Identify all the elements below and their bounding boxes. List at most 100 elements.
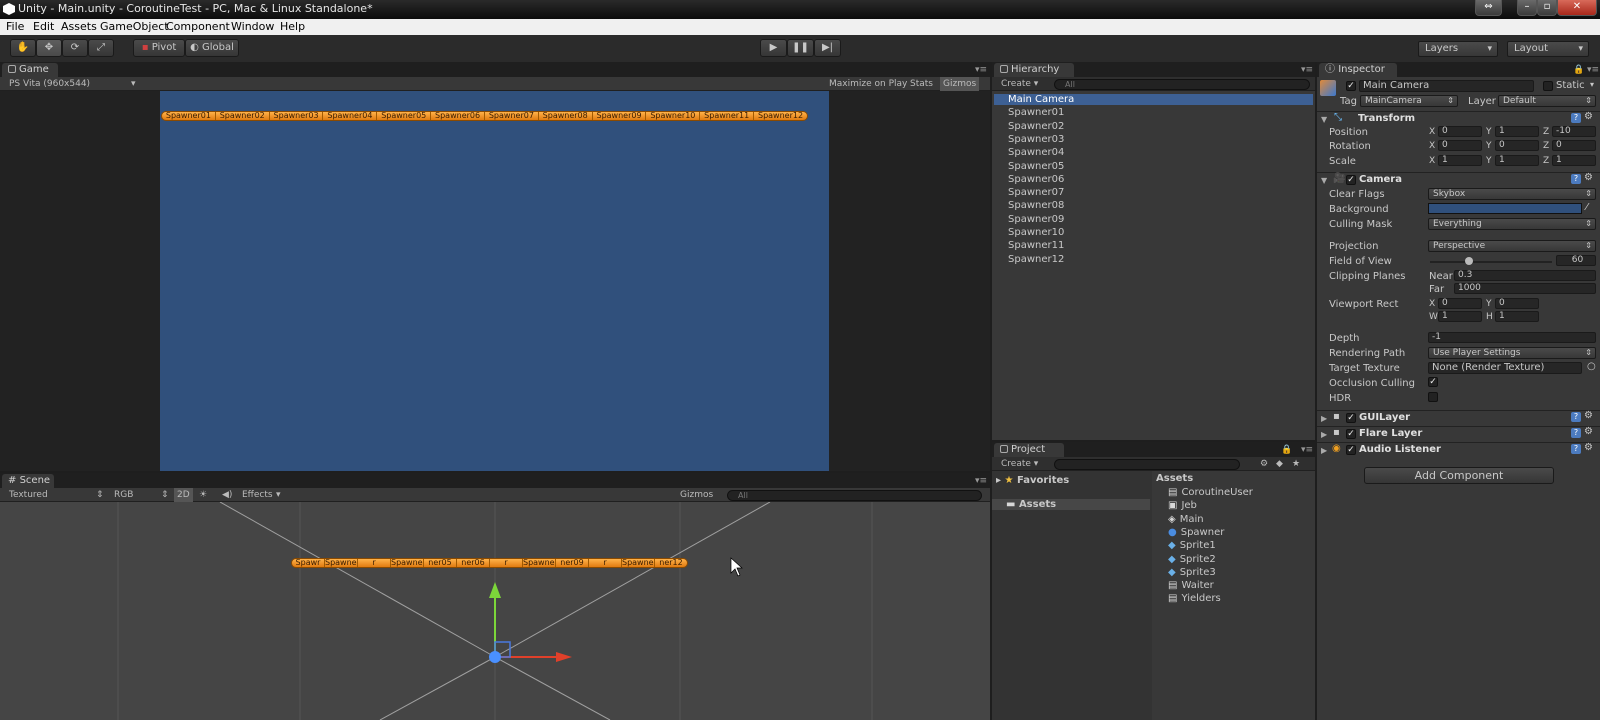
camera-enabled-checkbox[interactable]: ✓: [1346, 175, 1356, 185]
hierarchy-item[interactable]: Spawner10: [992, 227, 1064, 238]
scene-spawner-button[interactable]: r: [589, 559, 622, 567]
close-button[interactable]: ✕: [1557, 0, 1597, 16]
panel-menu-icon[interactable]: ▾≡: [1301, 65, 1313, 75]
game-spawner-button[interactable]: Spawner07: [485, 112, 539, 120]
game-spawner-button[interactable]: Spawner10: [646, 112, 701, 120]
game-spawner-button[interactable]: Spawner08: [539, 112, 593, 120]
projection-dropdown[interactable]: Perspective: [1428, 240, 1596, 252]
target-texture-field[interactable]: None (Render Texture): [1428, 362, 1582, 374]
add-component-button[interactable]: Add Component: [1364, 467, 1554, 484]
position-z-input[interactable]: -10: [1552, 126, 1596, 137]
hierarchy-item[interactable]: Spawner08: [992, 200, 1064, 211]
hierarchy-item[interactable]: Spawner12: [992, 254, 1064, 265]
lighting-icon[interactable]: ☀: [199, 488, 207, 502]
fold-arrow-icon[interactable]: ▶: [1321, 446, 1327, 455]
menu-edit[interactable]: Edit: [33, 19, 54, 35]
scene-spawner-button[interactable]: ner05: [424, 559, 457, 567]
project-asset-item[interactable]: ◆ Sprite1: [1168, 540, 1216, 551]
menu-gameobject[interactable]: GameObject: [100, 19, 169, 35]
hierarchy-item[interactable]: Spawner06: [992, 174, 1064, 185]
gear-icon[interactable]: ⚙: [1584, 410, 1593, 421]
hierarchy-create-button[interactable]: Create ▾: [1001, 77, 1038, 91]
rotation-y-input[interactable]: 0: [1495, 140, 1539, 151]
tab-hierarchy[interactable]: Hierarchy: [994, 63, 1074, 77]
scene-spawner-button[interactable]: ner12: [655, 559, 687, 567]
lock-icon[interactable]: 🔒: [1281, 445, 1292, 455]
project-asset-item[interactable]: ◈ Main: [1168, 514, 1204, 525]
project-asset-item[interactable]: ● Spawner: [1168, 527, 1224, 538]
hierarchy-item[interactable]: Spawner05: [992, 161, 1064, 172]
lock-icon[interactable]: 🔒: [1573, 65, 1584, 75]
favorites-folder[interactable]: ▸ ★ Favorites: [996, 475, 1069, 486]
effects-dropdown[interactable]: Effects: [242, 488, 273, 502]
scene-search-input[interactable]: All: [727, 490, 982, 501]
rotate-tool-icon[interactable]: ⟳: [62, 39, 88, 57]
scale-tool-icon[interactable]: ⤢: [88, 39, 114, 57]
scale-y-input[interactable]: 1: [1495, 155, 1539, 166]
scene-spawner-button[interactable]: r: [490, 559, 523, 567]
2d-mode-toggle[interactable]: 2D: [174, 488, 193, 502]
project-search-input[interactable]: [1054, 459, 1240, 470]
filter-label-icon[interactable]: ◆: [1276, 457, 1283, 471]
game-spawner-button[interactable]: Spawner05: [377, 112, 432, 120]
hierarchy-item[interactable]: Spawner03: [992, 134, 1064, 145]
game-spawner-button[interactable]: Spawner09: [593, 112, 647, 120]
rendering-path-dropdown[interactable]: Use Player Settings: [1428, 347, 1596, 359]
guilayer-checkbox[interactable]: ✓: [1346, 413, 1356, 423]
restore-icon[interactable]: ⇔: [1475, 0, 1502, 16]
gear-icon[interactable]: ⚙: [1584, 426, 1593, 437]
panel-menu-icon[interactable]: ▾≡: [1301, 445, 1313, 455]
gear-icon[interactable]: ⚙: [1584, 442, 1593, 453]
hierarchy-search-input[interactable]: All: [1054, 79, 1310, 90]
viewport-w-input[interactable]: 1: [1438, 311, 1482, 322]
fov-slider-handle[interactable]: [1465, 257, 1473, 265]
hierarchy-item[interactable]: Spawner11: [992, 240, 1064, 251]
rotation-z-input[interactable]: 0: [1552, 140, 1596, 151]
fold-arrow-icon[interactable]: ▼: [1321, 115, 1327, 124]
depth-input[interactable]: -1: [1428, 332, 1596, 343]
assets-folder[interactable]: ▬ Assets: [992, 499, 1150, 510]
maximize-button[interactable]: ▫: [1537, 0, 1557, 16]
viewport-y-input[interactable]: 0: [1495, 298, 1539, 309]
project-asset-item[interactable]: ◆ Sprite2: [1168, 554, 1216, 565]
panel-menu-icon[interactable]: ▾≡: [1587, 65, 1599, 75]
move-tool-icon[interactable]: ✥: [36, 39, 62, 57]
position-y-input[interactable]: 1: [1495, 126, 1539, 137]
scene-spawner-button[interactable]: Spawner02: [325, 559, 358, 567]
game-spawner-button[interactable]: Spawner06: [431, 112, 485, 120]
play-button[interactable]: ▶: [760, 39, 787, 57]
filter-type-icon[interactable]: ⚙: [1260, 457, 1268, 471]
step-button[interactable]: ▶|: [814, 39, 841, 57]
layer-dropdown[interactable]: Default: [1498, 95, 1596, 107]
eyedropper-icon[interactable]: ⁄: [1586, 202, 1588, 213]
help-book-icon[interactable]: ?: [1571, 412, 1581, 422]
game-canvas[interactable]: Spawner01 Spawner02 Spawner03 Spawner04 Spaw…: [160, 91, 829, 471]
object-name-input[interactable]: Main Camera: [1359, 80, 1534, 92]
scene-spawner-button[interactable]: ner09: [556, 559, 589, 567]
fold-arrow-icon[interactable]: ▶: [1321, 430, 1327, 439]
game-spawner-button[interactable]: Spawner12: [754, 112, 807, 120]
culling-mask-dropdown[interactable]: Everything: [1428, 218, 1596, 230]
hdr-checkbox[interactable]: [1428, 392, 1438, 402]
menu-file[interactable]: File: [6, 19, 24, 35]
menu-component[interactable]: Component: [166, 19, 230, 35]
chevron-down-icon[interactable]: ▾: [1590, 80, 1594, 89]
layers-dropdown[interactable]: Layers: [1418, 41, 1498, 57]
layout-dropdown[interactable]: Layout: [1507, 41, 1589, 57]
fov-slider-track[interactable]: [1430, 261, 1552, 263]
scale-z-input[interactable]: 1: [1552, 155, 1596, 166]
hierarchy-item[interactable]: Spawner07: [992, 187, 1064, 198]
audio-listener-checkbox[interactable]: ✓: [1346, 445, 1356, 455]
hierarchy-item[interactable]: Main Camera: [994, 94, 1313, 105]
tab-game[interactable]: Game: [2, 63, 58, 77]
panel-menu-icon[interactable]: ▾≡: [975, 476, 987, 486]
rotation-x-input[interactable]: 0: [1438, 140, 1482, 151]
near-input[interactable]: 0.3: [1454, 270, 1596, 281]
scene-spawner-button[interactable]: Spawner08: [523, 559, 556, 567]
project-asset-item[interactable]: ▤ Yielders: [1168, 593, 1221, 604]
far-input[interactable]: 1000: [1454, 283, 1596, 294]
scene-spawner-button[interactable]: ner06: [457, 559, 490, 567]
menu-assets[interactable]: Assets: [61, 19, 97, 35]
fold-arrow-icon[interactable]: ▼: [1321, 176, 1327, 185]
game-spawner-button[interactable]: Spawner04: [323, 112, 378, 120]
